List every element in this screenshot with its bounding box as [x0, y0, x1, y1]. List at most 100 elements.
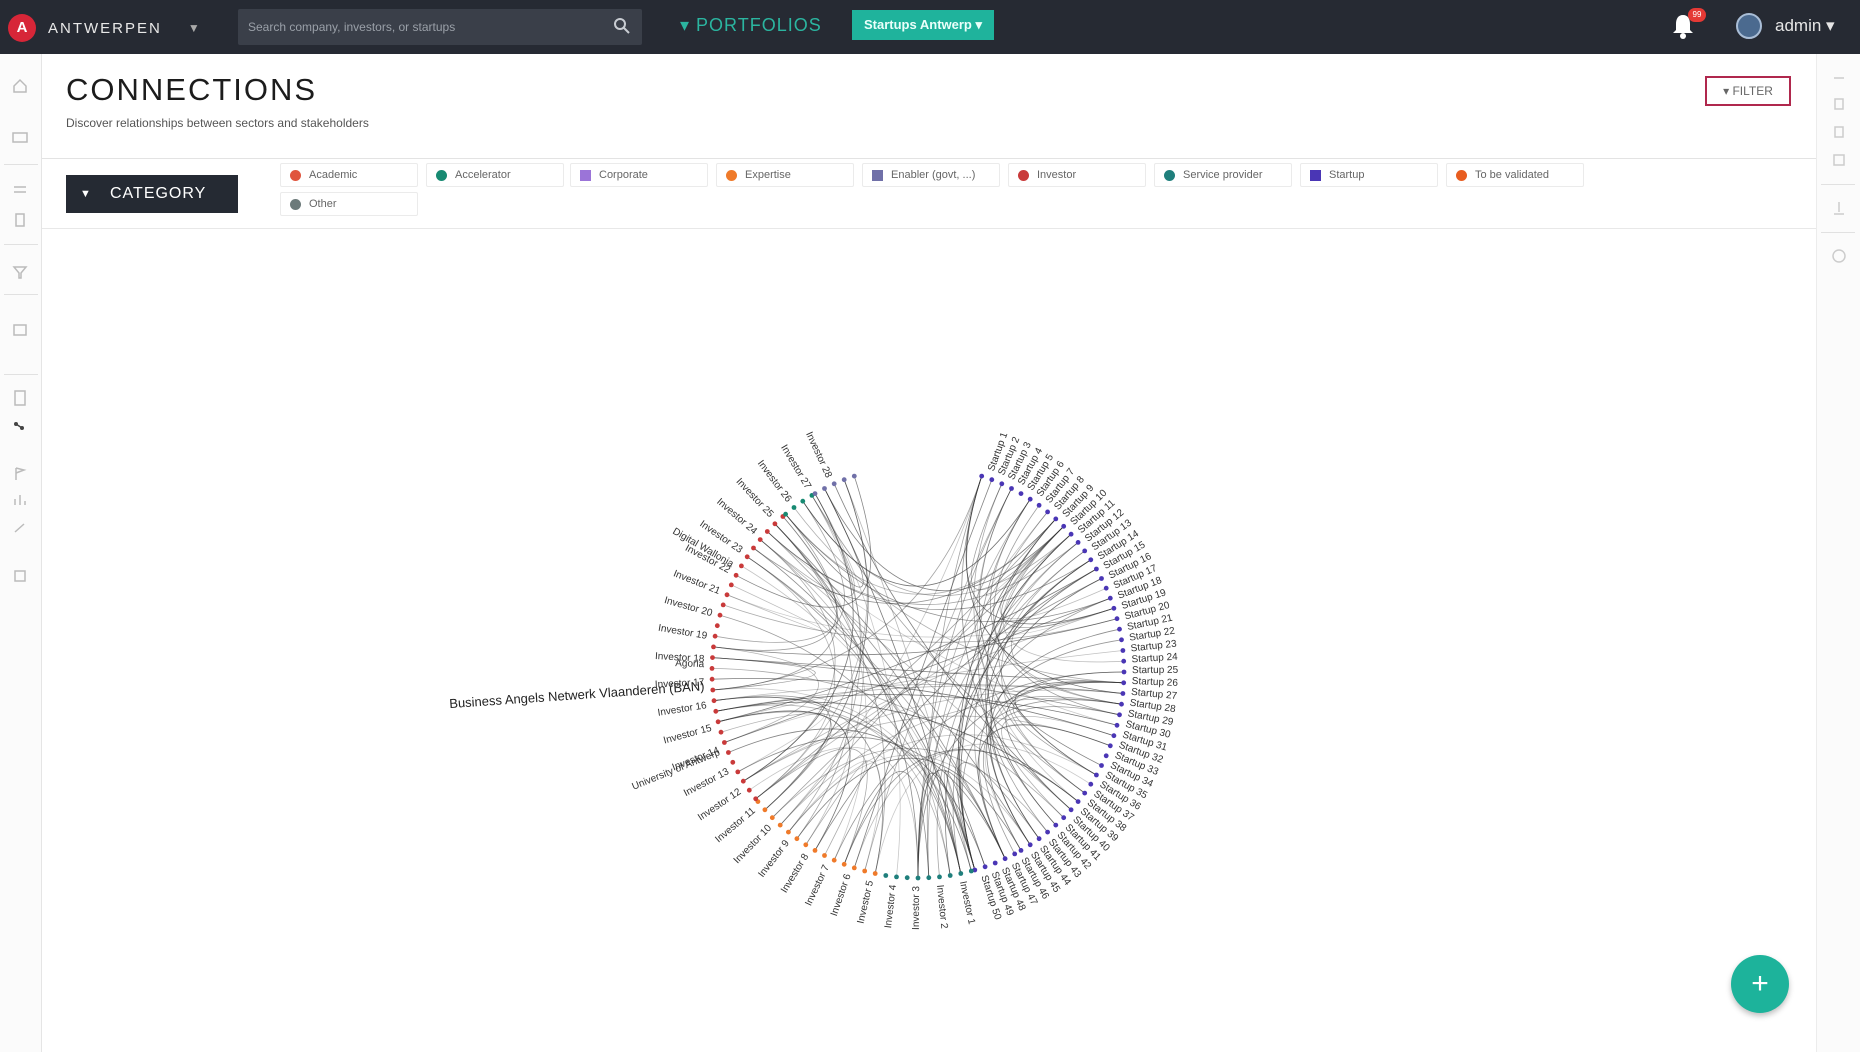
node-dot[interactable]: [1009, 486, 1014, 491]
node-dot[interactable]: [982, 864, 988, 870]
filter-button[interactable]: ▾ FILTER: [1705, 76, 1791, 106]
node-dot[interactable]: [1117, 626, 1122, 632]
node-dot[interactable]: [709, 676, 715, 682]
node-dot[interactable]: [1111, 605, 1117, 611]
node-dot[interactable]: [999, 481, 1005, 487]
node-dot[interactable]: [751, 545, 756, 551]
node-label[interactable]: Agoria: [675, 658, 705, 670]
node-dot[interactable]: [1103, 585, 1109, 591]
node-dot[interactable]: [831, 857, 837, 863]
connections-icon[interactable]: [10, 416, 30, 436]
category-dropdown[interactable]: ▼ CATEGORY: [66, 175, 238, 213]
node-dot[interactable]: [1111, 733, 1117, 739]
node-label[interactable]: Investor 2: [934, 884, 949, 929]
node-dot[interactable]: [1120, 691, 1126, 696]
node-dot[interactable]: [711, 644, 716, 650]
node-label[interactable]: Investor 21: [672, 568, 722, 597]
node-dot[interactable]: [947, 873, 953, 878]
node-label[interactable]: Investor 1: [957, 880, 977, 926]
grid-icon[interactable]: [10, 320, 30, 340]
brand-menu[interactable]: A ANTWERPEN ▼: [8, 14, 200, 42]
filter-icon[interactable]: [10, 262, 30, 282]
node-dot[interactable]: [728, 582, 734, 588]
node-dot[interactable]: [739, 563, 744, 569]
node-dot[interactable]: [937, 874, 942, 880]
node-dot[interactable]: [1053, 516, 1059, 522]
node-dot[interactable]: [926, 875, 932, 881]
node-dot[interactable]: [777, 822, 783, 828]
legend-item-to-be-validated[interactable]: To be validated: [1446, 163, 1584, 187]
node-dot[interactable]: [1012, 851, 1018, 857]
node-dot[interactable]: [735, 769, 741, 775]
avatar[interactable]: [1736, 13, 1762, 39]
node-dot[interactable]: [712, 633, 718, 639]
node-dot[interactable]: [1099, 576, 1104, 581]
node-dot[interactable]: [711, 698, 717, 704]
chart-icon[interactable]: [10, 490, 30, 510]
node-dot[interactable]: [1068, 531, 1074, 537]
node-dot[interactable]: [1061, 523, 1067, 529]
legend-item-investor[interactable]: Investor: [1008, 163, 1146, 187]
connections-chord-diagram[interactable]: Startup 1Startup 2Startup 3Startup 4Star…: [42, 229, 1816, 1052]
node-dot[interactable]: [1103, 753, 1109, 759]
node-label[interactable]: Investor 19: [657, 623, 708, 642]
node-dot[interactable]: [1068, 807, 1074, 813]
node-dot[interactable]: [1061, 815, 1067, 821]
search-input[interactable]: Search company, investors, or startups: [238, 9, 642, 45]
node-dot[interactable]: [714, 623, 720, 629]
portfolio-selector[interactable]: Startups Antwerp ▾: [852, 10, 994, 40]
document-icon[interactable]: [10, 388, 30, 408]
node-dot[interactable]: [1053, 822, 1059, 828]
node-dot[interactable]: [1119, 701, 1124, 707]
node-label[interactable]: Investor 15: [662, 723, 713, 747]
node-label[interactable]: Investor 9: [756, 838, 792, 880]
node-label[interactable]: Investor 5: [856, 879, 877, 925]
legend-item-service-provider[interactable]: Service provider: [1154, 163, 1292, 187]
legend-item-corporate[interactable]: Corporate: [570, 163, 708, 187]
node-dot[interactable]: [958, 871, 964, 876]
add-button[interactable]: +: [1731, 955, 1789, 1013]
node-dot[interactable]: [1117, 712, 1122, 718]
node-dot[interactable]: [989, 477, 995, 483]
node-label[interactable]: Investor 6: [829, 872, 854, 918]
node-dot[interactable]: [1036, 502, 1042, 508]
node-dot[interactable]: [1099, 763, 1104, 768]
node-dot[interactable]: [1045, 509, 1050, 515]
node-dot[interactable]: [764, 529, 770, 534]
node-dot[interactable]: [841, 477, 847, 483]
node-dot[interactable]: [1120, 648, 1126, 653]
table-icon[interactable]: [1829, 150, 1849, 170]
node-dot[interactable]: [772, 521, 778, 527]
list-icon[interactable]: [10, 180, 30, 200]
node-dot[interactable]: [1088, 557, 1094, 563]
node-dot[interactable]: [786, 829, 791, 835]
node-dot[interactable]: [1088, 781, 1094, 787]
node-dot[interactable]: [1114, 722, 1120, 728]
node-dot[interactable]: [717, 612, 723, 618]
node-dot[interactable]: [726, 750, 731, 755]
node-dot[interactable]: [1027, 842, 1033, 848]
node-dot[interactable]: [872, 871, 878, 876]
node-dot[interactable]: [791, 505, 797, 510]
node-dot[interactable]: [730, 759, 736, 765]
node-dot[interactable]: [1114, 616, 1120, 622]
node-dot[interactable]: [1082, 790, 1088, 796]
node-dot[interactable]: [1119, 637, 1124, 643]
node-dot[interactable]: [746, 787, 752, 793]
node-dot[interactable]: [713, 708, 719, 714]
node-label[interactable]: Investor 28: [803, 430, 834, 480]
node-dot[interactable]: [822, 486, 827, 491]
node-dot[interactable]: [762, 807, 768, 813]
info-icon[interactable]: [1829, 246, 1849, 266]
legend-item-startup[interactable]: Startup: [1300, 163, 1438, 187]
node-dot[interactable]: [894, 874, 899, 880]
home-icon[interactable]: [10, 76, 30, 96]
node-dot[interactable]: [1121, 658, 1127, 664]
node-dot[interactable]: [794, 836, 800, 842]
node-dot[interactable]: [1121, 680, 1127, 686]
node-dot[interactable]: [1075, 799, 1081, 804]
copy-icon[interactable]: [1829, 122, 1849, 142]
legend-item-academic[interactable]: Academic: [280, 163, 418, 187]
node-dot[interactable]: [1018, 848, 1024, 853]
node-dot[interactable]: [812, 491, 818, 496]
